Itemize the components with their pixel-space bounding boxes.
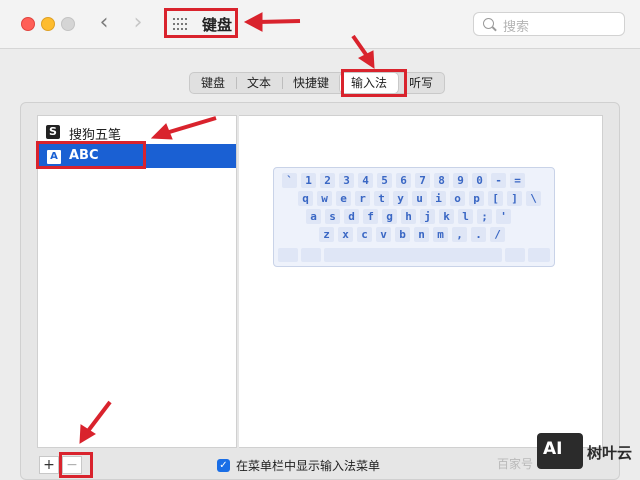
key: b [395, 227, 410, 242]
key: 4 [358, 173, 373, 188]
key: s [325, 209, 340, 224]
close-window-button[interactable] [21, 17, 35, 31]
key: q [298, 191, 313, 206]
key: 2 [320, 173, 335, 188]
key: 8 [434, 173, 449, 188]
tab-keyboard[interactable]: 键盘 [190, 73, 236, 93]
key: c [357, 227, 372, 242]
key: k [439, 209, 454, 224]
tab-annotation-box [341, 69, 407, 97]
key: . [471, 227, 486, 242]
key: v [376, 227, 391, 242]
tab-shortcuts[interactable]: 快捷键 [282, 73, 340, 93]
key: u [412, 191, 427, 206]
key: y [393, 191, 408, 206]
key: 5 [377, 173, 392, 188]
key: z [319, 227, 334, 242]
sogou-icon: S [46, 125, 60, 139]
title-bar: ‹ › 键盘 搜索 [0, 0, 640, 49]
keyboard-preview-pane [239, 115, 603, 448]
key: e [336, 191, 351, 206]
key: 7 [415, 173, 430, 188]
key: p [469, 191, 484, 206]
search-placeholder: 搜索 [503, 20, 530, 35]
key: ; [477, 209, 492, 224]
add-input-source-button[interactable]: + [39, 456, 59, 474]
key: m [433, 227, 448, 242]
show-input-menu-label: 在菜单栏中显示输入法菜单 [236, 459, 381, 473]
key: 9 [453, 173, 468, 188]
title-annotation-box: 键盘 [164, 8, 238, 38]
key: ` [282, 173, 297, 188]
remove-annotation-box [59, 452, 93, 478]
tab-arrow-head [358, 50, 375, 69]
minimize-window-button[interactable] [41, 17, 55, 31]
key: j [420, 209, 435, 224]
key: n [414, 227, 429, 242]
key: ' [496, 209, 511, 224]
spacebar-row [278, 248, 550, 262]
tab-text[interactable]: 文本 [236, 73, 282, 93]
key: i [431, 191, 446, 206]
key: r [355, 191, 370, 206]
key: - [491, 173, 506, 188]
show-input-menu-checkbox[interactable]: ✓ [217, 459, 230, 472]
search-field[interactable]: 搜索 [473, 12, 625, 36]
search-icon [483, 18, 494, 29]
watermark-logo-text: AI [543, 439, 563, 459]
key: [ [488, 191, 503, 206]
show-all-grid-icon[interactable] [173, 18, 187, 30]
key: 1 [301, 173, 316, 188]
key: x [338, 227, 353, 242]
key: a [306, 209, 321, 224]
watermark-logo: AI [537, 433, 583, 469]
key: t [374, 191, 389, 206]
key: ] [507, 191, 522, 206]
key: w [317, 191, 332, 206]
key: 3 [339, 173, 354, 188]
key: f [363, 209, 378, 224]
key: \ [526, 191, 541, 206]
abc-annotation-box [36, 141, 146, 169]
key: / [490, 227, 505, 242]
key: o [450, 191, 465, 206]
key: 6 [396, 173, 411, 188]
watermark-brand: 树叶云 [587, 444, 633, 462]
keyboard-layout-preview: ` 1 2 3 4 5 6 7 8 9 0- = q w e r t y u i o p [] \ a s d f g h j k l; ' z x c… [273, 167, 555, 267]
key: g [382, 209, 397, 224]
forward-arrow-icon[interactable]: › [128, 12, 148, 34]
key: = [510, 173, 525, 188]
key: d [344, 209, 359, 224]
window-title: 键盘 [202, 16, 233, 34]
key: 0 [472, 173, 487, 188]
key: , [452, 227, 467, 242]
back-arrow-icon[interactable]: ‹ [94, 12, 114, 34]
watermark-text: 百家号 [497, 457, 534, 471]
zoom-window-button[interactable] [61, 17, 75, 31]
key: l [458, 209, 473, 224]
key: h [401, 209, 416, 224]
